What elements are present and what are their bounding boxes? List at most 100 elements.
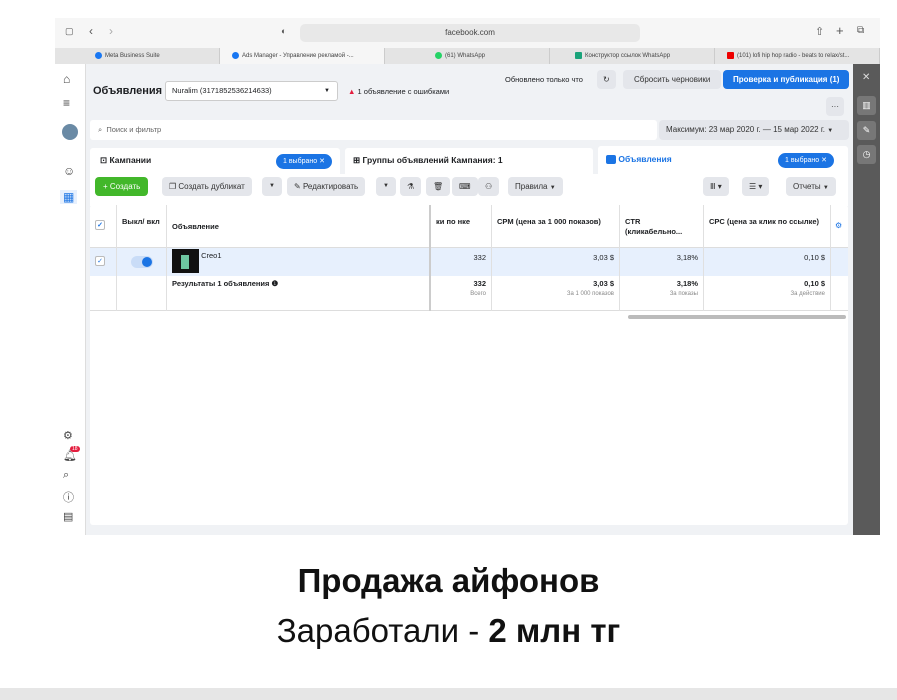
sidebar-toggle-icon[interactable]: ▢	[65, 26, 74, 37]
delete-icon[interactable]: 🗑︎	[426, 177, 451, 196]
tab-whatsapp[interactable]: (61) WhatsApp	[385, 48, 550, 64]
col-ctr[interactable]: CTR (кликабельно...	[620, 205, 704, 248]
close-icon[interactable]: ✕	[862, 72, 870, 83]
col-ad[interactable]: Объявление	[167, 205, 431, 248]
total-cpc-sub: За действие	[790, 291, 825, 297]
ads-table-icon[interactable]: ▦	[60, 190, 78, 204]
chart-icon[interactable]: ▥	[857, 96, 876, 115]
home-icon[interactable]: ⌂	[63, 72, 70, 86]
total-ctr: 3,18%	[676, 279, 698, 288]
bottom-strip	[0, 688, 897, 700]
total-cpc: 0,10 $	[804, 279, 825, 288]
date-range-picker[interactable]: Максимум: 23 мар 2020 г. — 15 мар 2022 г…	[659, 120, 849, 140]
test-icon[interactable]: ⚗	[400, 177, 422, 196]
search-placeholder: Поиск и фильтр	[106, 125, 162, 134]
publish-button[interactable]: Проверка и публикация (1)	[723, 70, 850, 89]
add-column-icon[interactable]: ⚙	[835, 221, 842, 230]
error-notice[interactable]: ▲ 1 объявление с ошибками	[348, 87, 449, 96]
error-text: 1 объявление с ошибками	[357, 87, 450, 96]
url-bar[interactable]: facebook.com	[300, 24, 640, 42]
menu-icon[interactable]: ≡	[63, 96, 70, 110]
clock-icon[interactable]: ◷	[857, 145, 876, 164]
back-icon[interactable]: ‹	[89, 24, 93, 38]
tabs-icon[interactable]: ⧉	[857, 25, 864, 36]
col-cpc[interactable]: CPC (цена за клик по ссылке)	[704, 205, 831, 248]
browser-tabs: Meta Business Suite Ads Manager - Управл…	[55, 48, 880, 64]
total-cpm: 3,03 $	[593, 279, 614, 288]
comment-icon[interactable]: ⌨	[452, 177, 478, 196]
caption-line-2: Заработали - 2 млн тг	[0, 612, 897, 650]
active-toggle[interactable]	[130, 256, 153, 268]
tab-whatsapp-links[interactable]: Конструктор ссылок WhatsApp	[550, 48, 715, 64]
ads-icon	[606, 155, 616, 165]
account-select[interactable]: Nuralim (3171852536214633) ▼	[165, 81, 338, 101]
total-cpm-sub: За 1 000 показов	[566, 291, 614, 297]
totals-label: Результаты 1 объявления	[172, 279, 270, 288]
search-input[interactable]: ⌕ Поиск и фильтр	[90, 120, 657, 140]
selected-pill[interactable]: 1 выбрано ✕	[778, 153, 834, 168]
tab-label: Meta Business Suite	[105, 53, 160, 59]
total-clicks: 332	[473, 279, 486, 288]
row-checkbox[interactable]: ✓	[95, 256, 105, 266]
duplicate-button[interactable]: ❐ Создать дубликат	[162, 177, 252, 196]
forward-icon[interactable]: ›	[109, 24, 113, 38]
duplicate-label: Создать дубликат	[178, 182, 245, 191]
tab-label: Ads Manager - Управление рекламой -...	[242, 53, 354, 59]
col-clicks[interactable]: ки по нке	[431, 205, 492, 248]
audience-icon[interactable]: ⚇	[478, 177, 500, 196]
ad-thumbnail	[172, 249, 199, 273]
tab-ads-manager[interactable]: Ads Manager - Управление рекламой -...	[220, 48, 385, 64]
horizontal-scrollbar[interactable]	[628, 315, 846, 319]
selected-pill[interactable]: 1 выбрано ✕	[276, 154, 332, 169]
breakdown-button[interactable]: ☰ ▾	[742, 177, 770, 196]
rules-button[interactable]: Правила ▼	[508, 177, 563, 196]
info-icon[interactable]: ❶	[272, 279, 279, 288]
cell-cpc: 0,10 $	[704, 248, 831, 276]
share-icon[interactable]: ⇧	[815, 25, 824, 38]
grid-icon: ⊞	[353, 155, 361, 165]
more-button[interactable]: ···	[826, 97, 844, 116]
tab-ads[interactable]: Объявления 1 выбрано ✕	[598, 146, 848, 176]
notifications-badge: 18	[70, 446, 80, 452]
screenshot: ▢ ‹ › ◐ facebook.com ⇧ + ⧉ Meta Business…	[55, 18, 880, 535]
edit-button[interactable]: ✎ Редактировать	[287, 177, 366, 196]
create-button[interactable]: + Создать	[95, 177, 149, 196]
edit-dropdown[interactable]: ▼	[376, 177, 396, 196]
cell-clicks: 332	[431, 248, 492, 276]
tab-campaigns[interactable]: ⊡ Кампании 1 выбрано ✕	[90, 148, 340, 174]
col-toggle[interactable]: Выкл/ вкл	[117, 205, 167, 248]
pencil-icon: ✎	[294, 182, 301, 191]
help-icon[interactable]: ⓘ	[63, 489, 74, 505]
table-row[interactable]: ✓ Creo1 332 3,03 $ 3,18% 0,10 $	[90, 248, 848, 276]
caption-amount: 2 млн тг	[488, 612, 621, 649]
ad-name[interactable]: Creo1	[201, 251, 221, 260]
left-nav: ⌂ ≡ ☺ ▦ ⚙ 🔔︎ 18 ⌕ ⓘ ▤	[55, 64, 86, 535]
tab-adsets[interactable]: ⊞ Группы объявлений Кампания: 1	[345, 148, 593, 174]
copy-icon: ❐	[169, 182, 177, 191]
tab-meta-business[interactable]: Meta Business Suite	[55, 48, 220, 64]
right-panel: ✕ ▥ ✎ ◷	[853, 64, 880, 535]
reports-label: Отчеты	[793, 182, 821, 191]
tab-youtube[interactable]: (101) lofi hip hop radio - beats to rela…	[715, 48, 880, 64]
duplicate-dropdown[interactable]: ▼	[262, 177, 282, 196]
totals-row: Результаты 1 объявления ❶ 332 Всего 3,03 …	[90, 276, 848, 311]
table-header: ✓ Выкл/ вкл Объявление ки по нке CPM (це…	[90, 205, 848, 248]
pencil-icon[interactable]: ✎	[857, 121, 876, 140]
avatar[interactable]	[62, 124, 78, 140]
tab-label: Кампании	[109, 155, 152, 165]
settings-icon[interactable]: ⚙	[63, 429, 73, 442]
reset-drafts-button[interactable]: Сбросить черновики	[623, 70, 722, 89]
search-icon: ⌕	[98, 125, 103, 134]
caption-line-1: Продажа айфонов	[297, 562, 600, 599]
select-all-checkbox[interactable]: ✓	[90, 205, 117, 248]
refresh-button[interactable]: ↻	[597, 70, 616, 89]
reports-icon[interactable]: ▤	[63, 510, 73, 523]
emoji-icon[interactable]: ☺	[63, 164, 75, 178]
search-icon[interactable]: ⌕	[63, 469, 69, 482]
tab-label: (61) WhatsApp	[445, 53, 486, 59]
new-tab-icon[interactable]: +	[836, 23, 844, 38]
reports-button[interactable]: Отчеты ▼	[786, 177, 836, 196]
columns-button[interactable]: Ⅲ ▾	[703, 177, 729, 196]
col-cpm[interactable]: CPM (цена за 1 000 показов)	[492, 205, 620, 248]
rules-label: Правила	[515, 182, 548, 191]
